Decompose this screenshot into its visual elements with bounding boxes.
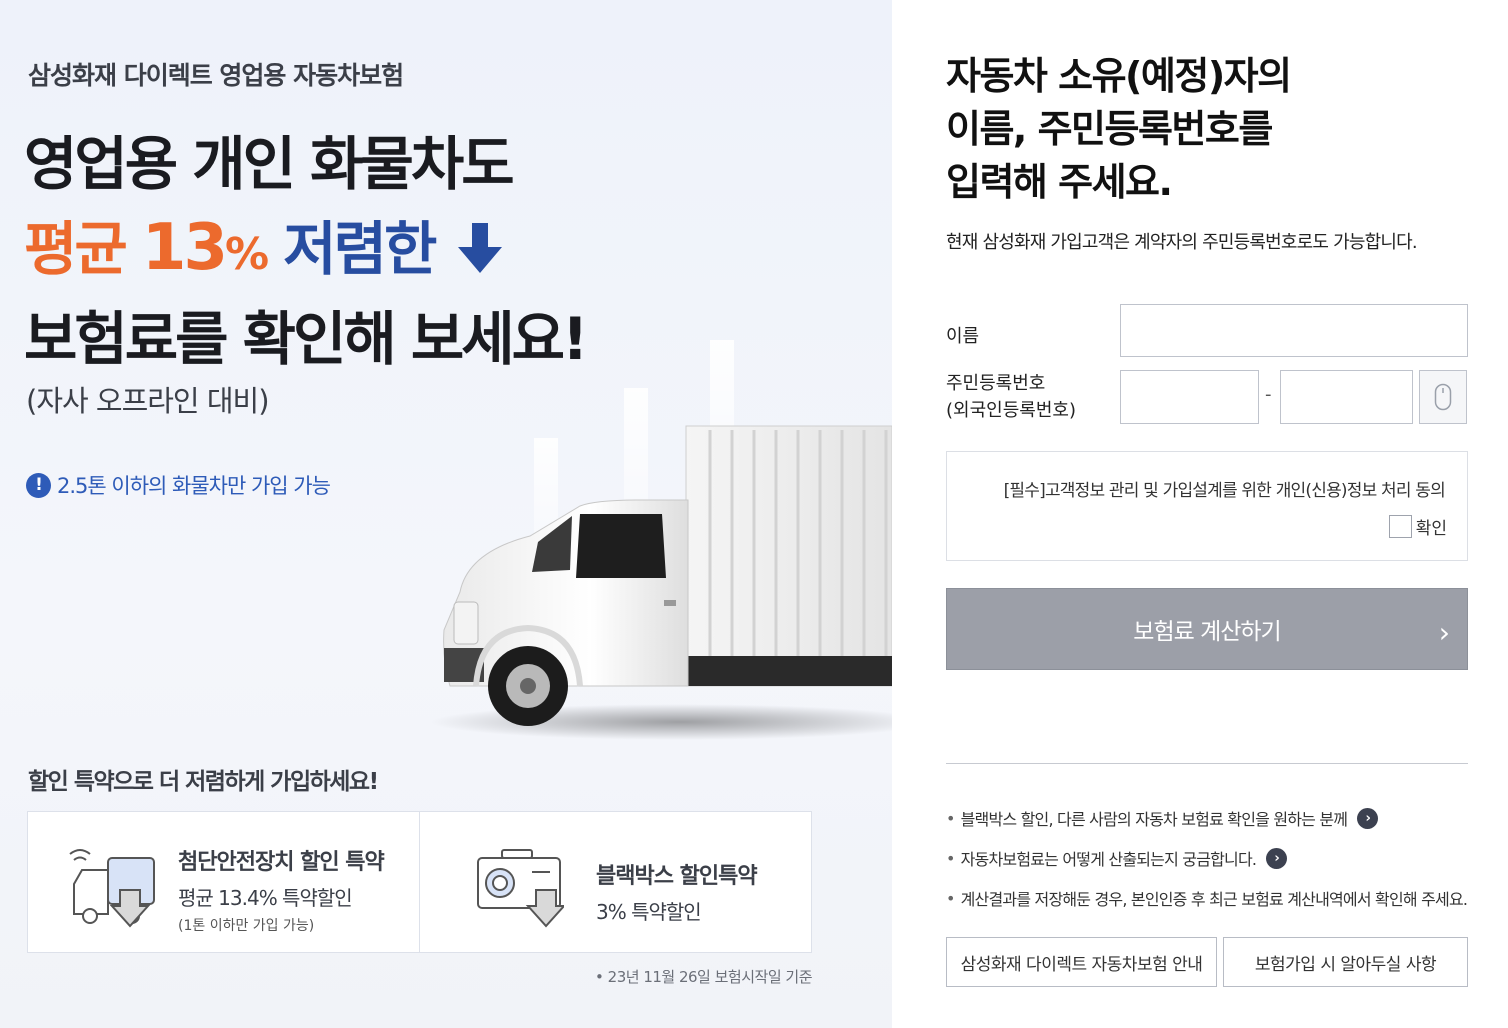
headline-line-1: 영업용 개인 화물차도 xyxy=(24,130,515,198)
discount-title-blackbox: 블랙박스 할인특약 xyxy=(596,864,758,889)
promo-notice: ! 2.5톤 이하의 화물차만 가입 가능 xyxy=(26,470,331,500)
discount-item-safety: 첨단안전장치 할인 특약 평균 13.4% 특약할인 (1톤 이하만 가입 가능… xyxy=(28,812,419,952)
dashcam-down-arrow-icon xyxy=(477,849,564,928)
exclamation-icon: ! xyxy=(26,472,51,498)
info-list: • 블랙박스 할인, 다른 사람의 자동차 보험료 확인을 원하는 분께 › •… xyxy=(946,798,1486,918)
rrn-label-line-1: 주민등록번호 xyxy=(946,373,1046,394)
arrow-circle-icon[interactable]: › xyxy=(1266,847,1288,869)
form-description: 현재 삼성화재 가입고객은 계약자의 주민등록번호로도 가능합니다. xyxy=(946,232,1418,253)
down-arrow-icon xyxy=(457,223,502,273)
discount-title-safety: 첨단안전장치 할인 특약 xyxy=(178,850,385,875)
consent-check[interactable]: 확인 xyxy=(1388,514,1447,539)
truck-illustration xyxy=(430,425,892,740)
info-text: 블랙박스 할인, 다른 사람의 자동차 보험료 확인을 원하는 분께 xyxy=(960,810,1348,829)
headline-avg: 평균 xyxy=(24,215,142,283)
discount-title: 할인 특약으로 더 저렴하게 가입하세요! xyxy=(28,769,379,795)
rrn-dash: - xyxy=(1265,384,1272,405)
consent-box: [필수]고객정보 관리 및 가입설계를 위한 개인(신용)정보 처리 동의 확인 xyxy=(946,451,1468,561)
secure-keypad-button[interactable] xyxy=(1419,370,1467,424)
name-input[interactable] xyxy=(1120,304,1468,357)
chevron-right-icon: › xyxy=(1438,616,1450,649)
enrollment-notice-button[interactable]: 보험가입 시 알아두실 사항 xyxy=(1223,937,1468,987)
bullet: • xyxy=(946,888,955,908)
name-label: 이름 xyxy=(946,326,980,347)
info-text: 자동차보험료는 어떻게 산출되는지 궁금합니다. xyxy=(960,850,1257,869)
bullet: • xyxy=(946,848,955,868)
notice-text: 2.5톤 이하의 화물차만 가입 가능 xyxy=(57,474,331,498)
info-item-calculation[interactable]: • 자동차보험료는 어떻게 산출되는지 궁금합니다. › xyxy=(946,838,1486,878)
arrow-circle-icon[interactable]: › xyxy=(1357,807,1379,829)
rrn-label-line-2: (외국인등록번호) xyxy=(946,400,1076,421)
headline-cheaper: 저렴한 xyxy=(266,215,437,283)
mouse-icon xyxy=(1434,383,1452,411)
direct-insurance-guide-button[interactable]: 삼성화재 다이렉트 자동차보험 안내 xyxy=(946,937,1217,987)
calculate-premium-button[interactable]: 보험료 계산하기 › xyxy=(946,588,1468,670)
page: 삼성화재 다이렉트 영업용 자동차보험 영업용 개인 화물차도 평균 13% 저… xyxy=(0,0,1508,1028)
promo-brand: 삼성화재 다이렉트 영업용 자동차보험 xyxy=(28,61,404,90)
discount-sub-safety: 평균 13.4% 특약할인 xyxy=(178,886,353,910)
headline-line-2: 평균 13% 저렴한 xyxy=(24,206,585,297)
bullet: • xyxy=(946,808,955,828)
headline-percent-number: 13 xyxy=(141,211,228,285)
divider xyxy=(946,763,1468,764)
truck-down-arrow-icon xyxy=(69,849,155,928)
info-item-blackbox[interactable]: • 블랙박스 할인, 다른 사람의 자동차 보험료 확인을 원하는 분께 › xyxy=(946,798,1486,838)
headline-percent-sign: % xyxy=(224,229,269,280)
rrn-back-input[interactable] xyxy=(1280,370,1413,424)
promo-panel: 삼성화재 다이렉트 영업용 자동차보험 영업용 개인 화물차도 평균 13% 저… xyxy=(0,0,892,1028)
rrn-label: 주민등록번호 (외국인등록번호) xyxy=(946,370,1076,424)
discount-note-safety: (1톤 이하만 가입 가능) xyxy=(178,918,315,934)
rrn-front-input[interactable] xyxy=(1120,370,1259,424)
form-panel: 자동차 소유(예정)자의 이름, 주민등록번호를 입력해 주세요. 현재 삼성화… xyxy=(892,0,1508,1028)
promo-footnote: • 23년 11월 26일 보험시작일 기준 xyxy=(595,968,812,986)
info-text: 계산결과를 저장해둔 경우, 본인인증 후 최근 보험료 계산내역에서 확인해 … xyxy=(960,890,1468,909)
consent-checkbox[interactable] xyxy=(1388,515,1412,538)
info-item-saved-results: • 계산결과를 저장해둔 경우, 본인인증 후 최근 보험료 계산내역에서 확인… xyxy=(946,878,1486,918)
discount-text-safety: 첨단안전장치 할인 특약 평균 13.4% 특약할인 (1톤 이하만 가입 가능… xyxy=(178,844,385,935)
consent-check-label: 확인 xyxy=(1415,519,1447,539)
discount-sub-blackbox: 3% 특약할인 xyxy=(596,900,702,924)
discount-item-blackbox: 블랙박스 할인특약 3% 특약할인 xyxy=(419,812,811,952)
form-title: 자동차 소유(예정)자의 이름, 주민등록번호를 입력해 주세요. xyxy=(946,54,1292,204)
calculate-premium-label: 보험료 계산하기 xyxy=(1133,619,1281,645)
discount-text-blackbox: 블랙박스 할인특약 3% 특약할인 xyxy=(596,858,758,925)
discount-box: 첨단안전장치 할인 특약 평균 13.4% 특약할인 (1톤 이하만 가입 가능… xyxy=(27,811,812,953)
consent-text: [필수]고객정보 관리 및 가입설계를 위한 개인(신용)정보 처리 동의 xyxy=(1003,481,1446,501)
promo-sub-note: (자사 오프라인 대비) xyxy=(26,384,270,418)
